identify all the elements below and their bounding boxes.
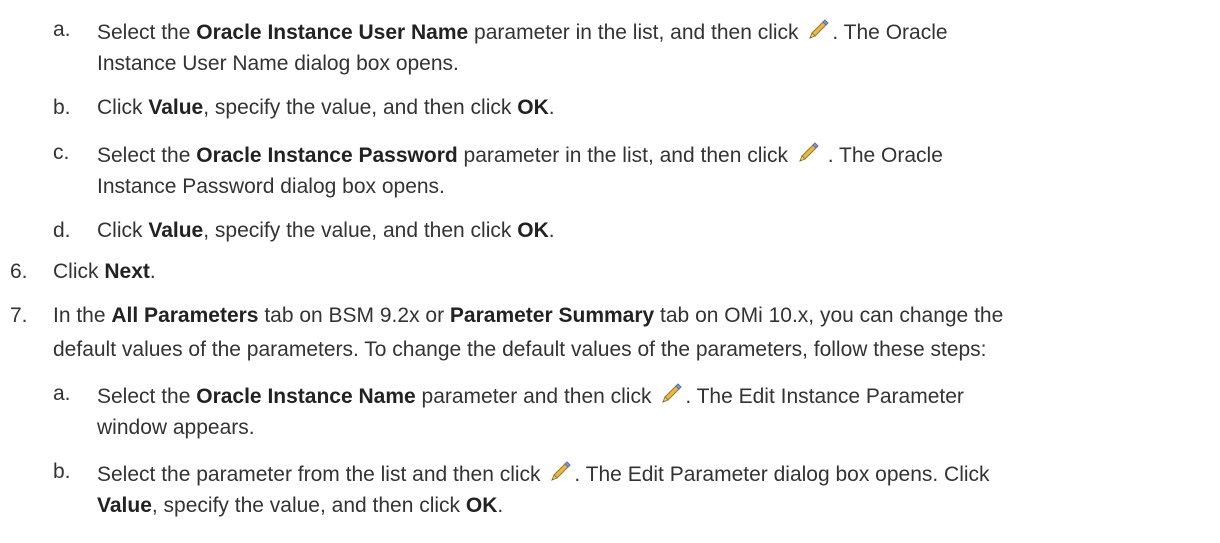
step-a2-text: Select the Oracle Instance Name paramete… bbox=[97, 381, 964, 410]
step-6-marker: 6. bbox=[10, 260, 28, 283]
step-d-text: Click Value, specify the value, and then… bbox=[97, 219, 555, 242]
step-a-text: Select the Oracle Instance User Name par… bbox=[97, 17, 948, 46]
pencil-icon bbox=[796, 140, 820, 164]
step-7-marker: 7. bbox=[10, 304, 28, 327]
step-a2-marker: a. bbox=[53, 382, 71, 405]
step-b2-text: Select the parameter from the list and t… bbox=[97, 459, 990, 488]
step-b-marker: b. bbox=[53, 96, 71, 119]
step-c-text-cont: Instance Password dialog box opens. bbox=[97, 175, 445, 198]
pencil-icon bbox=[806, 17, 830, 41]
pencil-icon bbox=[548, 459, 572, 483]
step-b2-text-cont: Value, specify the value, and then click… bbox=[97, 494, 504, 517]
step-a2-text-cont: window appears. bbox=[97, 416, 255, 439]
step-c-text: Select the Oracle Instance Password para… bbox=[97, 140, 943, 169]
step-c-marker: c. bbox=[53, 141, 70, 164]
step-6-text: Click Next. bbox=[53, 260, 156, 283]
step-7-text: In the All Parameters tab on BSM 9.2x or… bbox=[53, 304, 1004, 327]
step-b2-marker: b. bbox=[53, 460, 71, 483]
step-a-text-cont: Instance User Name dialog box opens. bbox=[97, 52, 459, 75]
step-b-text: Click Value, specify the value, and then… bbox=[97, 96, 555, 119]
step-7-text-cont: default values of the parameters. To cha… bbox=[53, 338, 987, 361]
step-a-marker: a. bbox=[53, 18, 71, 41]
step-d-marker: d. bbox=[53, 219, 71, 242]
pencil-icon bbox=[659, 381, 683, 405]
